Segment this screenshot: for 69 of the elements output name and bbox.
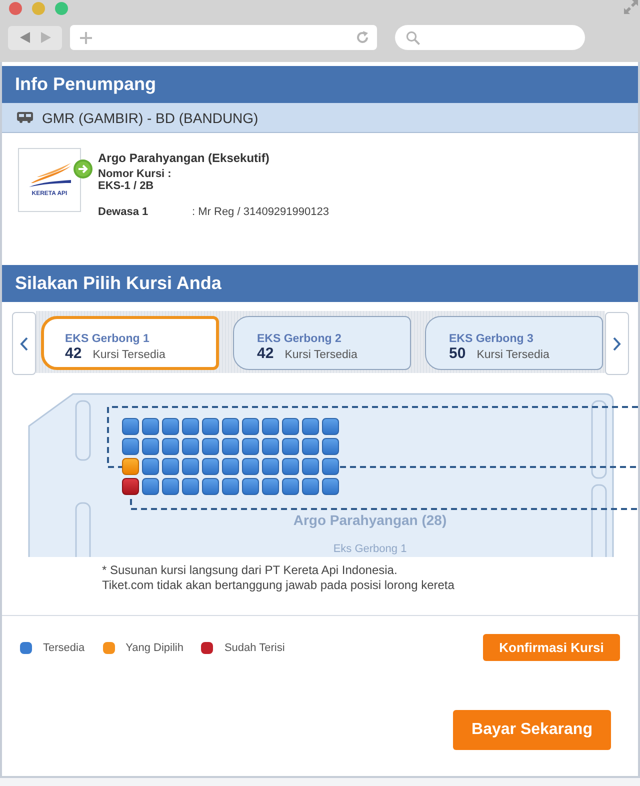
seat[interactable] [262, 418, 279, 435]
route-text: GMR (GAMBIR) - BD (BANDUNG) [42, 110, 258, 126]
seat[interactable] [142, 438, 159, 455]
carriage-tab[interactable]: EKS Gerbong 1 42 Kursi Tersedia [41, 316, 219, 370]
seat[interactable] [282, 458, 299, 475]
passenger-type: Dewasa 1 [98, 206, 150, 218]
seat[interactable] [322, 438, 339, 455]
seat-number: EKS-1 / 2B [98, 180, 155, 192]
seat[interactable] [242, 458, 259, 475]
note-text: * Susunan kursi langsung dari PT Kereta Api Indonesia. [102, 563, 398, 578]
seat[interactable] [122, 438, 139, 455]
carriage-tab[interactable]: EKS Gerbong 3 50 Kursi Tersedia [425, 316, 603, 370]
note-text: Tiket.com tidak akan bertanggung jawab pada posisi lorong kereta [102, 578, 456, 593]
seat[interactable] [162, 418, 179, 435]
seat[interactable] [162, 458, 179, 475]
seat[interactable] [202, 458, 219, 475]
seat[interactable] [222, 478, 239, 495]
train-name: Argo Parahyangan (Eksekutif) [98, 150, 270, 166]
seat[interactable] [302, 418, 319, 435]
seat[interactable] [302, 478, 319, 495]
section-title: Silakan Pilih Kursi Anda [2, 265, 638, 302]
seat[interactable] [142, 478, 159, 495]
seat[interactable] [182, 418, 199, 435]
chevron-left-icon [20, 336, 28, 350]
passenger-name: : Mr Reg / 31409291990123 [192, 206, 329, 218]
seat[interactable] [242, 418, 259, 435]
seat[interactable] [182, 458, 199, 475]
seat[interactable] [302, 438, 319, 455]
seat[interactable] [222, 458, 239, 475]
seat[interactable] [262, 458, 279, 475]
seat[interactable] [262, 478, 279, 495]
seat[interactable] [282, 478, 299, 495]
seat[interactable] [182, 478, 199, 495]
search-icon [406, 30, 420, 44]
section-title: Info Penumpang [2, 66, 638, 103]
seat[interactable] [142, 418, 159, 435]
coach-title: Argo Parahyangan (28) [292, 511, 448, 529]
seat[interactable] [202, 438, 219, 455]
carriage-tab[interactable]: EKS Gerbong 2 42 Kursi Tersedia [233, 316, 411, 370]
seat[interactable] [202, 478, 219, 495]
seat[interactable] [282, 418, 299, 435]
seat[interactable] [322, 458, 339, 475]
legend-label: Sudah Terisi [224, 642, 285, 654]
seat[interactable] [242, 438, 259, 455]
seat[interactable] [222, 418, 239, 435]
train-icon [17, 112, 33, 123]
seat[interactable] [282, 438, 299, 455]
seat[interactable] [322, 418, 339, 435]
back-icon[interactable] [20, 32, 30, 43]
seat[interactable] [182, 438, 199, 455]
seat-label: Nomor Kursi : [98, 168, 172, 180]
seat[interactable] [202, 418, 219, 435]
seat[interactable] [322, 478, 339, 495]
seat[interactable] [222, 438, 239, 455]
seat[interactable] [162, 438, 179, 455]
seat[interactable] [162, 478, 179, 495]
seat[interactable] [122, 478, 139, 495]
search-field[interactable] [395, 25, 585, 50]
coach-subtitle: Eks Gerbong 1 [332, 542, 408, 556]
legend-label: Yang Dipilih [126, 642, 184, 654]
seat[interactable] [122, 418, 139, 435]
legend-label: Tersedia [43, 642, 85, 654]
chevron-right-icon [613, 336, 621, 350]
seat[interactable] [262, 438, 279, 455]
seat[interactable] [142, 458, 159, 475]
seat[interactable] [242, 478, 259, 495]
slot-outline [75, 400, 91, 461]
seat[interactable] [302, 458, 319, 475]
slot-outline [75, 502, 91, 557]
